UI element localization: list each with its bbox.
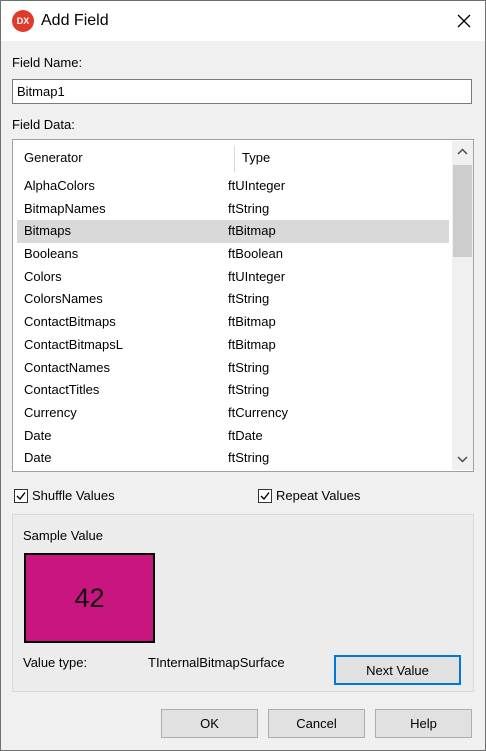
list-item[interactable]: Currency ftCurrency (13, 402, 453, 425)
app-logo-icon: DX (12, 10, 34, 32)
shuffle-values-checkbox[interactable]: Shuffle Values (14, 488, 115, 503)
list-item[interactable]: ContactNames ftString (13, 357, 453, 380)
value-type-label: Value type: (23, 655, 88, 670)
list-item-selected[interactable]: Bitmaps ftBitmap (17, 220, 449, 244)
column-header-generator[interactable]: Generator (24, 150, 83, 165)
list-item[interactable]: AlphaColors ftUInteger (13, 175, 453, 198)
next-value-button[interactable]: Next Value (334, 655, 461, 685)
value-type-text: TInternalBitmapSurface (148, 655, 285, 670)
close-button[interactable] (443, 1, 485, 41)
sample-value-text: 42 (74, 582, 105, 613)
list-header: Generator Type (13, 140, 453, 174)
column-header-type[interactable]: Type (242, 150, 270, 165)
cancel-button[interactable]: Cancel (268, 709, 365, 738)
field-name-label: Field Name: (12, 55, 83, 70)
repeat-values-label: Repeat Values (276, 488, 361, 503)
sample-value-panel: Sample Value 42 Value type: TInternalBit… (12, 514, 474, 692)
list-item[interactable]: ContactTitles ftString (13, 379, 453, 402)
scroll-up-button[interactable] (452, 141, 473, 162)
list-item[interactable]: ContactBitmaps ftBitmap (13, 311, 453, 334)
help-button[interactable]: Help (375, 709, 472, 738)
close-icon (457, 14, 471, 28)
sample-value-label: Sample Value (23, 528, 103, 543)
checkmark-icon (260, 491, 270, 500)
list-item[interactable]: BitmapNames ftString (13, 198, 453, 221)
column-divider[interactable] (234, 146, 235, 172)
chevron-down-icon (457, 456, 468, 463)
vertical-scrollbar[interactable] (452, 141, 473, 470)
scrollbar-thumb[interactable] (453, 165, 472, 257)
list-item[interactable]: Date ftString (13, 447, 453, 470)
field-data-label: Field Data: (12, 117, 75, 132)
sample-bitmap-preview: 42 (24, 553, 155, 643)
list-item[interactable]: Colors ftUInteger (13, 266, 453, 289)
repeat-values-checkbox[interactable]: Repeat Values (258, 488, 360, 503)
chevron-up-icon (457, 148, 468, 155)
checkbox-box[interactable] (14, 488, 28, 503)
window-title: Add Field (41, 12, 109, 29)
add-field-dialog: DX Add Field Field Name: Field Data: Gen… (0, 0, 486, 751)
list-item[interactable]: ColorsNames ftString (13, 288, 453, 311)
list-item[interactable]: Date ftDate (13, 425, 453, 448)
title-bar: DX Add Field (1, 1, 485, 41)
scroll-down-button[interactable] (452, 449, 473, 470)
checkmark-icon (16, 491, 26, 500)
shuffle-values-label: Shuffle Values (32, 488, 115, 503)
checkbox-box[interactable] (258, 488, 272, 503)
field-name-input[interactable] (12, 79, 472, 104)
list-rows: AlphaColors ftUInteger BitmapNames ftStrin… (13, 175, 453, 470)
list-item[interactable]: Booleans ftBoolean (13, 243, 453, 266)
field-data-list[interactable]: Generator Type AlphaColors ftUInteger Bit… (12, 139, 474, 472)
ok-button[interactable]: OK (161, 709, 258, 738)
list-item[interactable]: ContactBitmapsL ftBitmap (13, 334, 453, 357)
